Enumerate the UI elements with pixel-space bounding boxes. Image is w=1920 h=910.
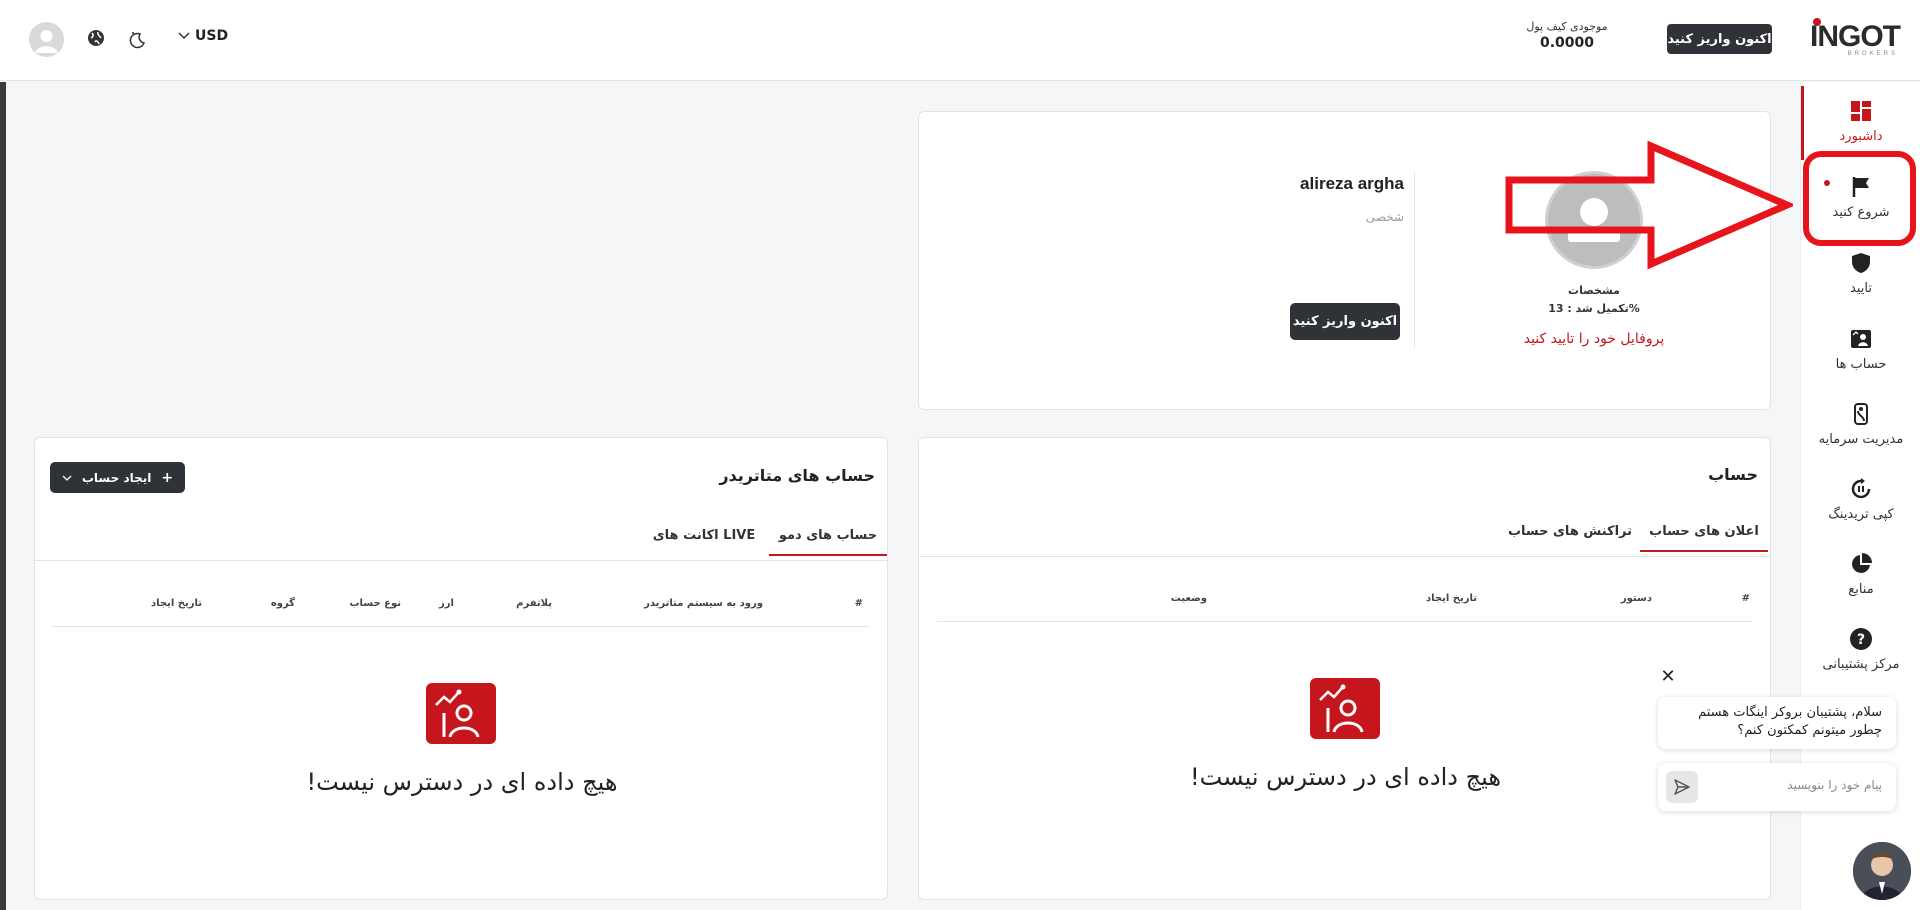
top-header: INGOT BROKERS اکنون واریز کنید موجودی کی… <box>0 0 1920 81</box>
column-header: دستور <box>1620 593 1652 604</box>
chevron-down-icon <box>62 475 72 481</box>
globe-icon[interactable] <box>87 29 105 47</box>
sidebar-item-resources[interactable]: منابع <box>1801 539 1920 609</box>
deposit-now-button[interactable]: اکنون واریز کنید <box>1667 24 1772 54</box>
moon-icon[interactable] <box>128 29 148 49</box>
sidebar-item-label: حساب ها <box>1835 356 1887 372</box>
column-header: ارز <box>439 598 454 609</box>
empty-state-text: !هیچ داده ای در دسترس نیست <box>306 768 618 796</box>
user-icon <box>35 30 58 53</box>
column-header: وضعیت <box>1170 593 1207 604</box>
logo-text: INGOT <box>1810 20 1901 53</box>
wallet-value: 0.0000 <box>1539 35 1595 51</box>
profile-name: alireza argha <box>1300 174 1404 193</box>
accounts-icon <box>1851 329 1871 348</box>
tab-live-accounts[interactable]: اکانت های LIVE <box>639 528 769 556</box>
table-header-divider <box>937 621 1752 622</box>
empty-state-icon <box>1310 678 1380 739</box>
account-card: حساب اعلان های حساب تراکنش های حساب # دس… <box>918 437 1771 900</box>
agent-photo <box>1853 842 1911 900</box>
column-header: # <box>1741 593 1750 604</box>
column-header: # <box>854 598 863 609</box>
column-header: نوع حساب <box>349 598 401 609</box>
fund-management-icon <box>1854 402 1868 425</box>
column-header: تاریخ ایجاد <box>151 598 202 609</box>
create-account-label: ایجاد حساب <box>81 470 152 485</box>
copy-trading-icon <box>1851 477 1871 498</box>
sidebar-item-label: تایید <box>1850 280 1872 296</box>
annotation-highlight-box <box>1803 151 1916 246</box>
profile-deposit-button[interactable]: اکنون واریز کنید <box>1290 303 1400 340</box>
chevron-down-icon <box>178 32 190 40</box>
profile-divider <box>1414 172 1415 348</box>
create-account-button[interactable]: ایجاد حساب + <box>50 462 185 493</box>
send-icon <box>1674 779 1690 795</box>
sidebar-item-dashboard[interactable]: داشبورد <box>1801 86 1920 160</box>
shield-icon <box>1852 252 1870 273</box>
support-agent-avatar[interactable] <box>1853 842 1911 900</box>
chat-input-placeholder: پیام خود را بنویسید <box>1787 778 1882 792</box>
sidebar-item-label: مدیریت سرمایه <box>1818 431 1904 447</box>
annotation-arrow <box>1505 140 1793 270</box>
logo-subtext: BROKERS <box>1847 51 1898 57</box>
plus-icon: + <box>161 469 174 486</box>
tabs-divider <box>35 560 887 561</box>
profile-type: شخصی <box>1365 210 1404 224</box>
user-avatar[interactable] <box>29 22 64 57</box>
verify-profile-link[interactable]: پروفایل خود را تایید کنید <box>1494 331 1694 347</box>
sidebar-item-verify[interactable]: تایید <box>1801 238 1920 308</box>
sidebar-item-copy-trading[interactable]: کپی تریدینگ <box>1801 464 1920 534</box>
profile-spec-label: مشخصات <box>1568 284 1620 297</box>
sidebar-item-support[interactable]: ? مرکز پشتیبانی <box>1801 614 1920 684</box>
sidebar-item-label: داشبورد <box>1839 128 1883 144</box>
column-header: ورود به سیستم متاتریدر <box>644 598 763 609</box>
send-button[interactable] <box>1666 771 1698 803</box>
empty-state-icon <box>426 683 496 744</box>
profile-completion: تکمیل شد : 13% <box>1548 302 1640 315</box>
resources-icon <box>1852 552 1872 573</box>
column-header: گروه <box>270 598 295 609</box>
empty-state-text: !هیچ داده ای در دسترس نیست <box>1190 763 1501 791</box>
svg-text:?: ? <box>1857 632 1865 648</box>
sidebar-item-label: مرکز پشتیبانی <box>1822 656 1900 672</box>
tabs-divider <box>919 556 1770 557</box>
sidebar-item-label: کپی تریدینگ <box>1828 506 1894 522</box>
ingot-logo[interactable]: INGOT BROKERS <box>1810 18 1901 58</box>
chat-input-box[interactable]: پیام خود را بنویسید <box>1658 763 1896 811</box>
tab-demo-accounts[interactable]: حساب های دمو <box>769 528 887 556</box>
account-title: حساب <box>1708 465 1758 484</box>
chat-close-icon[interactable]: ✕ <box>1659 668 1677 686</box>
wallet-label: موجودی کیف پول <box>1526 20 1608 33</box>
sidebar-item-accounts[interactable]: حساب ها <box>1801 314 1920 384</box>
column-header: تاریخ ایجاد <box>1426 593 1477 604</box>
column-header: پلاتفرم <box>516 598 552 609</box>
table-header-divider <box>53 626 869 627</box>
metatrader-card: حساب های متاتریدر ایجاد حساب + حساب های … <box>34 437 888 900</box>
currency-label: USD <box>195 28 229 44</box>
left-edge-bar <box>0 82 6 910</box>
help-icon: ? <box>1850 627 1872 650</box>
tab-account-transactions[interactable]: تراکنش های حساب <box>1500 524 1640 552</box>
chat-message-bubble: سلام، پشتیبان بروکر اینگات هستم چطور میت… <box>1658 697 1896 749</box>
sidebar-item-label: منابع <box>1848 581 1874 597</box>
sidebar-item-fund-management[interactable]: مدیریت سرمایه <box>1801 389 1920 459</box>
wallet-balance: موجودی کیف پول 0.0000 <box>1512 20 1622 51</box>
dashboard-icon <box>1851 100 1871 121</box>
tab-account-notifications[interactable]: اعلان های حساب <box>1640 524 1768 552</box>
metatrader-title: حساب های متاتریدر <box>719 466 875 485</box>
currency-selector[interactable]: USD <box>178 28 228 44</box>
